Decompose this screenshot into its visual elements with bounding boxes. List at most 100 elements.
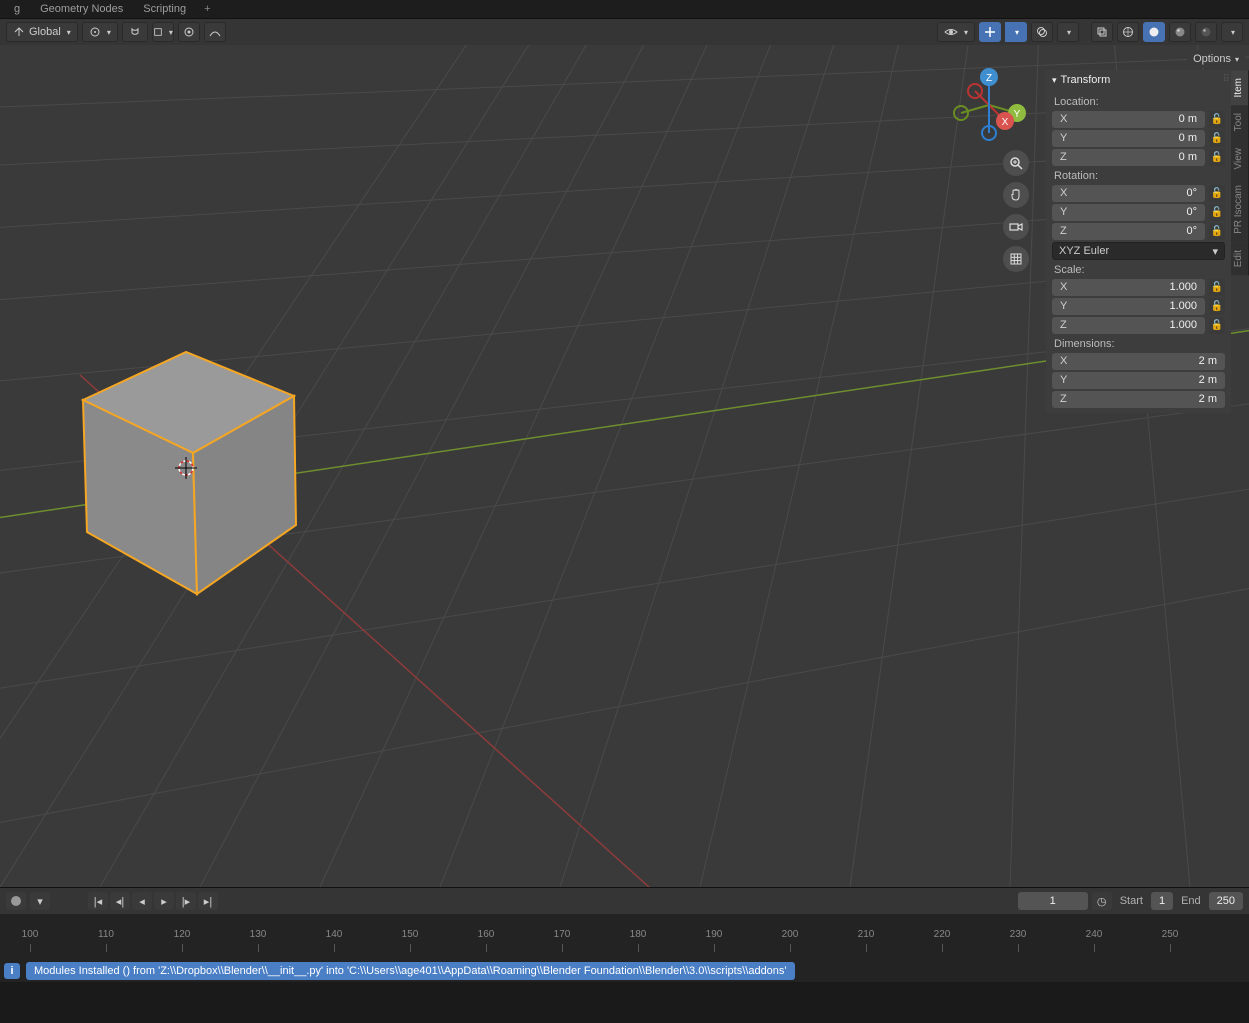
snap-mode-dropdown[interactable]: ▾: [152, 22, 174, 42]
ruler-tick-label: 170: [554, 929, 571, 940]
lock-scale-x[interactable]: 🔓: [1209, 279, 1225, 296]
dimension-y-field[interactable]: Y2 m: [1052, 372, 1225, 389]
ruler-tick-label: 120: [174, 929, 191, 940]
tab-tool[interactable]: Tool: [1231, 105, 1249, 139]
location-x-field[interactable]: X0 m: [1052, 111, 1205, 128]
end-frame-field[interactable]: 250: [1209, 892, 1243, 910]
overlay-toggle[interactable]: [1031, 22, 1053, 42]
camera-view-button[interactable]: [1003, 214, 1029, 240]
dimension-x-field[interactable]: X2 m: [1052, 353, 1225, 370]
shading-rendered[interactable]: [1195, 22, 1217, 42]
play-button[interactable]: ▸: [154, 892, 174, 910]
timeline-ruler[interactable]: 1001101201301401501601701801902002102202…: [0, 914, 1249, 959]
lock-location-y[interactable]: 🔓: [1209, 130, 1225, 147]
lock-rotation-x[interactable]: 🔓: [1209, 185, 1225, 202]
tab-geometry-nodes[interactable]: Geometry Nodes: [30, 1, 133, 17]
location-y-field[interactable]: Y0 m: [1052, 130, 1205, 147]
scale-label: Scale:: [1054, 264, 1225, 276]
proportional-edit-toggle[interactable]: [178, 22, 200, 42]
tab-partial[interactable]: g: [4, 1, 30, 17]
rotation-x-field[interactable]: X0°: [1052, 185, 1205, 202]
xray-toggle[interactable]: [1091, 22, 1113, 42]
gizmo-dropdown[interactable]: ▾: [1005, 22, 1027, 42]
svg-text:Z: Z: [986, 73, 992, 84]
transform-title: Transform: [1061, 74, 1111, 86]
start-label: Start: [1120, 895, 1143, 907]
rotation-z-field[interactable]: Z0°: [1052, 223, 1205, 240]
visibility-dropdown[interactable]: ▾: [937, 22, 975, 42]
auto-key-toggle[interactable]: [6, 892, 26, 910]
gizmo-toggle[interactable]: [979, 22, 1001, 42]
drag-handle-icon[interactable]: ⠿: [1223, 74, 1229, 85]
ruler-tick-label: 250: [1162, 929, 1179, 940]
svg-text:Y: Y: [1014, 109, 1021, 120]
rotation-y-field[interactable]: Y0°: [1052, 204, 1205, 221]
rotation-mode-dropdown[interactable]: XYZ Euler▾: [1052, 242, 1225, 260]
jump-keyframe-forward-button[interactable]: |▸: [176, 892, 196, 910]
tab-scripting[interactable]: Scripting: [133, 1, 196, 17]
snap-toggle[interactable]: [122, 22, 148, 42]
frame-clock-icon[interactable]: ◷: [1092, 892, 1112, 910]
shading-solid[interactable]: [1143, 22, 1165, 42]
tab-edit[interactable]: Edit: [1231, 242, 1249, 275]
tab-item[interactable]: Item: [1231, 70, 1249, 105]
orientation-label: Global: [29, 26, 61, 38]
scale-y-field[interactable]: Y1.000: [1052, 298, 1205, 315]
lock-scale-z[interactable]: 🔓: [1209, 317, 1225, 334]
add-workspace-button[interactable]: +: [196, 3, 218, 15]
lock-rotation-z[interactable]: 🔓: [1209, 223, 1225, 240]
svg-text:X: X: [1002, 117, 1009, 128]
ruler-tick-label: 190: [706, 929, 723, 940]
shading-wireframe[interactable]: [1117, 22, 1139, 42]
lock-scale-y[interactable]: 🔓: [1209, 298, 1225, 315]
ruler-tick-label: 130: [250, 929, 267, 940]
overlay-dropdown[interactable]: ▾: [1057, 22, 1079, 42]
lock-rotation-y[interactable]: 🔓: [1209, 204, 1225, 221]
ruler-tick-label: 240: [1086, 929, 1103, 940]
viewport-nav-buttons: [1003, 150, 1029, 272]
viewport-header: Global ▾ ▾ ▾ ▾ ▾ ▾: [0, 19, 1249, 45]
ruler-tick-label: 110: [98, 929, 114, 940]
zoom-button[interactable]: [1003, 150, 1029, 176]
keying-set-dropdown[interactable]: ▾: [30, 892, 50, 910]
pivot-point-dropdown[interactable]: ▾: [82, 22, 118, 42]
chevron-down-icon: ▾: [1052, 75, 1057, 86]
start-frame-field[interactable]: 1: [1151, 892, 1173, 910]
play-reverse-button[interactable]: ◂: [132, 892, 152, 910]
lock-location-z[interactable]: 🔓: [1209, 149, 1225, 166]
ruler-tick-label: 150: [402, 929, 419, 940]
dimensions-label: Dimensions:: [1054, 338, 1225, 350]
rotation-label: Rotation:: [1054, 170, 1225, 182]
shading-material[interactable]: [1169, 22, 1191, 42]
jump-to-start-button[interactable]: |◂: [88, 892, 108, 910]
lock-location-x[interactable]: 🔓: [1209, 111, 1225, 128]
transform-orientation-dropdown[interactable]: Global ▾: [6, 22, 78, 42]
viewport-options-dropdown[interactable]: Options ▾: [1187, 50, 1245, 68]
location-label: Location:: [1054, 96, 1225, 108]
jump-keyframe-back-button[interactable]: ◂|: [110, 892, 130, 910]
tab-pr-isocam[interactable]: PR Isocam: [1231, 177, 1249, 242]
jump-to-end-button[interactable]: ▸|: [198, 892, 218, 910]
navigation-gizmo[interactable]: Z Y X: [949, 65, 1029, 145]
end-label: End: [1181, 895, 1201, 907]
timeline-header: ▾ |◂ ◂| ◂ ▸ |▸ ▸| 1 ◷ Start 1 End 250: [0, 888, 1249, 914]
record-icon: [11, 896, 21, 906]
dimension-z-field[interactable]: Z2 m: [1052, 391, 1225, 408]
transform-panel-header[interactable]: ▾ Transform ⠿: [1046, 70, 1231, 90]
ruler-tick-label: 160: [478, 929, 495, 940]
scale-x-field[interactable]: X1.000: [1052, 279, 1205, 296]
workspace-tab-bar: g Geometry Nodes Scripting +: [0, 0, 1249, 19]
perspective-toggle-button[interactable]: [1003, 246, 1029, 272]
ruler-tick-label: 230: [1010, 929, 1027, 940]
tab-view[interactable]: View: [1231, 140, 1249, 178]
shading-options-dropdown[interactable]: ▾: [1221, 22, 1243, 42]
status-bar: i Modules Installed () from 'Z:\\Dropbox…: [0, 959, 1249, 982]
scale-z-field[interactable]: Z1.000: [1052, 317, 1205, 334]
current-frame-field[interactable]: 1: [1018, 892, 1088, 910]
ruler-tick-label: 180: [630, 929, 647, 940]
proportional-falloff-dropdown[interactable]: [204, 22, 226, 42]
status-message: Modules Installed () from 'Z:\\Dropbox\\…: [26, 962, 795, 980]
location-z-field[interactable]: Z0 m: [1052, 149, 1205, 166]
pan-button[interactable]: [1003, 182, 1029, 208]
info-icon: i: [4, 963, 20, 979]
